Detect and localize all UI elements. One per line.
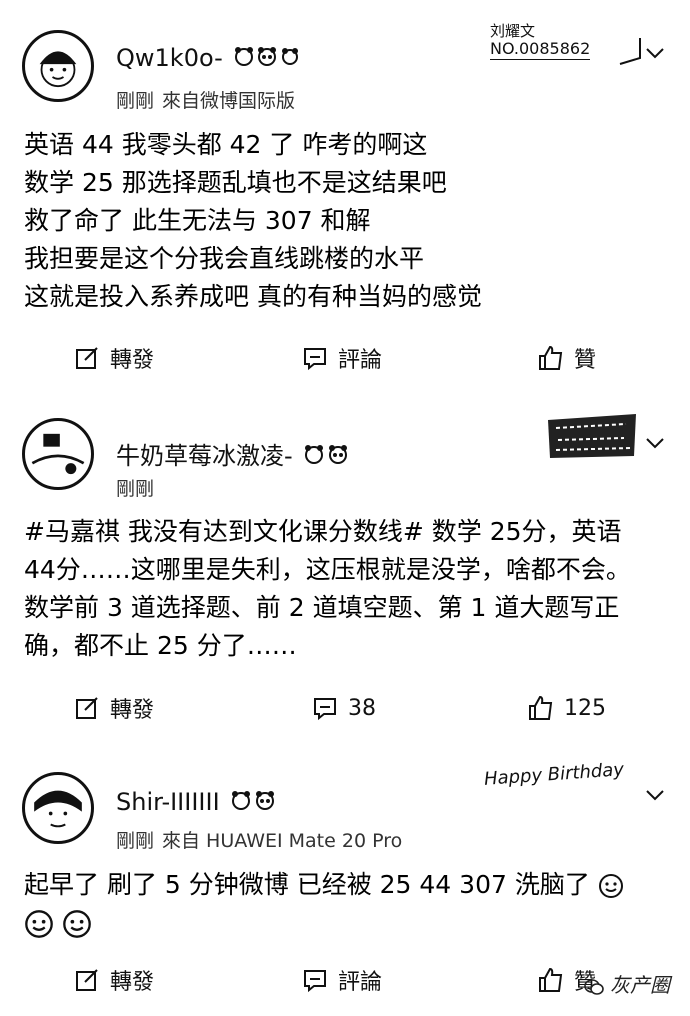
post-text-content: 起早了 刷了 5 分钟微博 已经被 25 44 307 洗脑了 xyxy=(24,870,590,899)
post-text: 英语 44 我零头都 42 了 咋考的啊这 数学 25 那选择题乱填也不是这结果… xyxy=(24,126,670,316)
panda-emoji-icon xyxy=(232,44,302,74)
fan-badge-name: Happy Birthday xyxy=(483,759,625,790)
fan-badge[interactable]: 刘耀文 NO.0085862 xyxy=(490,22,591,60)
thumbs-up-icon xyxy=(529,695,553,720)
like-button[interactable]: 125 xyxy=(528,688,606,728)
repost-label: 轉發 xyxy=(110,698,155,723)
post-time: 剛剛 xyxy=(116,830,155,852)
avatar[interactable] xyxy=(22,30,94,102)
username[interactable]: Qw1k0o- xyxy=(116,44,223,72)
wechat-icon xyxy=(583,978,604,995)
post-actions: 轉發 38 125 xyxy=(0,688,690,728)
repost-label: 轉發 xyxy=(110,348,155,373)
avatar-cat-icon xyxy=(31,433,85,475)
comment-button[interactable]: 評論 xyxy=(302,338,382,378)
post-text-line: 我担要是这个分我会直线跳楼的水平 xyxy=(24,244,425,273)
avatar-face-icon xyxy=(34,790,82,828)
thumbs-up-icon xyxy=(539,345,563,370)
repost-icon xyxy=(76,347,98,369)
chevron-down-icon[interactable] xyxy=(644,432,666,454)
chevron-down-icon[interactable] xyxy=(644,42,666,64)
post-time: 剛剛 xyxy=(116,90,155,112)
comment-label: 評論 xyxy=(338,348,383,373)
post-source: 來自微博国际版 xyxy=(162,90,296,112)
thumbs-up-icon xyxy=(539,967,563,992)
comment-button[interactable]: 38 xyxy=(312,688,376,728)
username-row[interactable]: Shir-IIIIIII xyxy=(116,788,279,818)
watermark-text: 灰产圈 xyxy=(610,973,670,997)
smile-emoji-icon xyxy=(598,874,623,898)
fan-badge-name: 刘耀文 xyxy=(490,22,536,40)
post-text-line: 起早了 刷了 5 分钟微博 已经被 25 44 307 洗脑了 xyxy=(24,866,670,904)
comment-icon xyxy=(314,698,336,721)
username[interactable]: 牛奶草莓冰激凌- xyxy=(116,442,293,470)
comment-icon xyxy=(304,970,326,993)
comment-count: 38 xyxy=(348,695,376,721)
post-text: 起早了 刷了 5 分钟微博 已经被 25 44 307 洗脑了 xyxy=(24,866,670,942)
post-actions: 轉發 評論 贊 xyxy=(0,338,690,378)
repost-button[interactable]: 轉發 xyxy=(74,338,154,378)
post-time: 剛剛 xyxy=(116,478,155,500)
repost-button[interactable]: 轉發 xyxy=(74,688,154,728)
smile-emoji-icon xyxy=(25,910,53,938)
post-text-line: 救了命了 此生无法与 307 和解 xyxy=(24,206,371,235)
comment-icon xyxy=(304,348,326,371)
like-button[interactable]: 贊 xyxy=(538,338,596,378)
post-text-line xyxy=(24,904,670,942)
post-text-line: 数学 25 那选择题乱填也不是这结果吧 xyxy=(24,168,447,197)
avatar-face-icon xyxy=(39,51,77,88)
badge-frame-icon xyxy=(619,38,641,65)
avatar[interactable] xyxy=(22,418,94,490)
like-label: 贊 xyxy=(574,348,597,373)
username-row[interactable]: 牛奶草莓冰激凌- xyxy=(116,436,352,472)
username[interactable]: Shir-IIIIIII xyxy=(116,788,220,816)
post-text-line: 这就是投入系养成吧 真的有种当妈的感觉 xyxy=(24,282,482,311)
panda-emoji-icon xyxy=(229,788,279,818)
fan-badge-icon[interactable] xyxy=(546,412,638,460)
post-source: 來自 HUAWEI Mate 20 Pro xyxy=(162,830,403,852)
watermark: 灰产圈 xyxy=(583,969,670,998)
post-meta: 剛剛 xyxy=(116,474,154,501)
comment-label: 評論 xyxy=(338,970,383,995)
repost-label: 轉發 xyxy=(110,970,155,995)
fan-badge[interactable]: Happy Birthday xyxy=(483,759,625,790)
avatar[interactable] xyxy=(22,772,94,844)
like-count: 125 xyxy=(564,695,606,721)
comment-button[interactable]: 評論 xyxy=(302,960,382,1000)
repost-icon xyxy=(76,697,98,719)
post-text-line: 英语 44 我零头都 42 了 咋考的啊这 xyxy=(24,130,428,159)
smile-emoji-icon xyxy=(63,910,91,938)
repost-icon xyxy=(76,969,98,991)
post-meta: 剛剛 來自 HUAWEI Mate 20 Pro xyxy=(116,826,402,853)
panda-emoji-icon xyxy=(302,442,352,472)
chevron-down-icon[interactable] xyxy=(644,784,666,806)
post-text: #马嘉祺 我没有达到文化课分数线# 数学 25分，英语 44分……这哪里是失利，… xyxy=(24,517,631,660)
repost-button[interactable]: 轉發 xyxy=(74,960,154,1000)
fan-badge-number: NO.0085862 xyxy=(490,39,591,60)
username-row[interactable]: Qw1k0o- xyxy=(116,44,302,74)
post-meta: 剛剛 來自微博国际版 xyxy=(116,86,295,113)
